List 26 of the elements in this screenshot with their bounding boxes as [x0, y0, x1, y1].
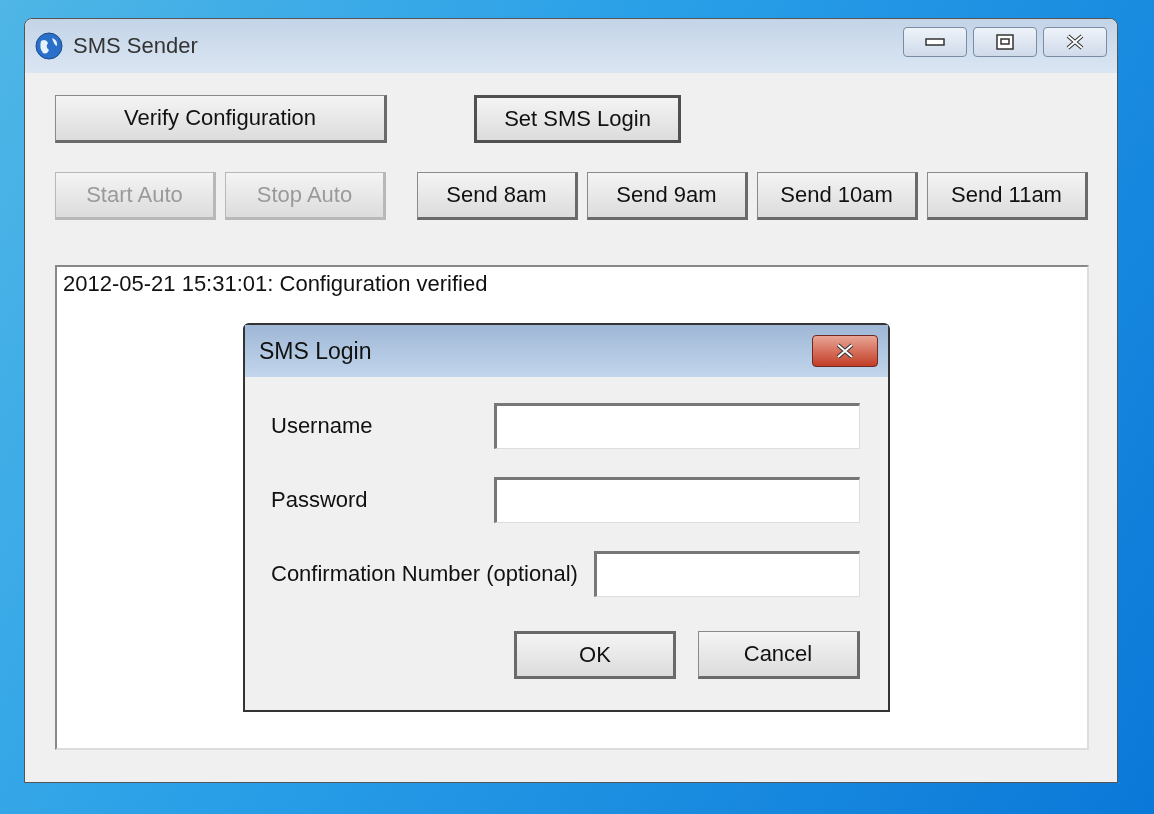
dialog-button[interactable]: OK — [514, 631, 676, 679]
window-title: SMS Sender — [73, 33, 199, 59]
action-button[interactable]: Set SMS Login — [474, 95, 681, 143]
dialog-title: SMS Login — [259, 337, 373, 365]
field-label: Confirmation Number (optional) — [271, 561, 578, 587]
log-line: 2012-05-21 15:31:01: Configuration verified — [62, 270, 489, 298]
action-button[interactable]: Send 8am — [417, 172, 578, 220]
minimize-icon — [925, 37, 945, 47]
action-button[interactable]: Send 9am — [587, 172, 748, 220]
dialog-button[interactable]: Cancel — [698, 631, 860, 679]
close-icon — [1065, 34, 1085, 50]
globe-icon — [35, 32, 63, 60]
field-label: Username — [271, 413, 374, 439]
minimize-button[interactable] — [903, 27, 967, 57]
input-field[interactable] — [494, 403, 860, 449]
action-button[interactable]: Verify Configuration — [55, 95, 387, 143]
field-label: Password — [271, 487, 369, 513]
close-button[interactable] — [1043, 27, 1107, 57]
action-button[interactable]: Send 11am — [927, 172, 1088, 220]
input-field[interactable] — [494, 477, 860, 523]
dialog-close-button[interactable] — [812, 335, 878, 367]
maximize-button[interactable] — [973, 27, 1037, 57]
close-icon — [835, 343, 855, 359]
action-button[interactable]: Send 10am — [757, 172, 918, 220]
input-field[interactable] — [593, 551, 860, 597]
maximize-icon — [996, 34, 1014, 50]
